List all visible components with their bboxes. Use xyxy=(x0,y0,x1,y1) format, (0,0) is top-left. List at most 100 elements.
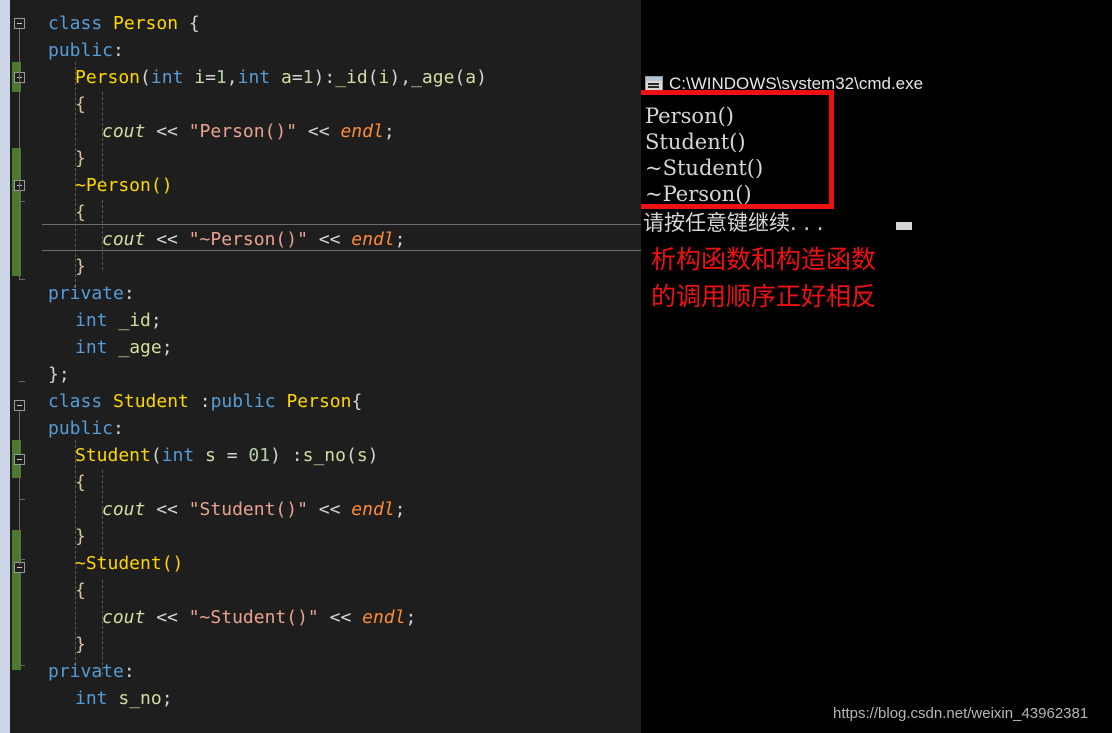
code-line[interactable]: int s_no; xyxy=(75,685,173,712)
code-token: "Person()" xyxy=(188,121,298,142)
code-line[interactable]: }; xyxy=(48,361,70,388)
code-line[interactable]: ~Student() xyxy=(75,550,183,577)
code-token: s xyxy=(194,445,227,466)
code-token: int xyxy=(237,67,271,88)
code-line[interactable]: cout << "~Person()" << endl; xyxy=(102,226,406,253)
code-token: ( xyxy=(150,445,162,466)
code-token: i xyxy=(378,67,390,88)
code-token: ; xyxy=(383,121,395,142)
screenshot-root: class Person {public: Person(int i=1,int … xyxy=(0,0,1112,733)
code-line[interactable]: } xyxy=(75,145,86,172)
code-line[interactable]: ~Person() xyxy=(75,172,173,199)
code-token: s xyxy=(356,445,368,466)
code-line[interactable]: Person(int i=1,int a=1):_id(i),_age(a) xyxy=(75,64,487,91)
code-line[interactable]: { xyxy=(75,577,86,604)
code-token: Student xyxy=(113,391,200,412)
code-line[interactable]: int _id; xyxy=(75,307,162,334)
code-token: endl xyxy=(362,607,406,628)
code-token: cout xyxy=(102,499,146,520)
code-token: << xyxy=(297,121,341,142)
code-token: ; xyxy=(394,499,406,520)
code-token: 1 xyxy=(302,67,314,88)
code-token: = xyxy=(291,67,303,88)
code-token: Person xyxy=(75,67,141,88)
code-token: ) xyxy=(367,445,379,466)
code-line[interactable]: { xyxy=(75,469,86,496)
code-token: int xyxy=(150,67,184,88)
code-token: Person xyxy=(113,13,189,34)
code-line[interactable]: cout << "~Student()" << endl; xyxy=(102,604,416,631)
code-token: public xyxy=(48,40,114,61)
code-token: public xyxy=(48,418,114,439)
cmd-console-pane[interactable]: C:\WINDOWS\system32\cmd.exe Person() Stud… xyxy=(641,0,1112,733)
annotation-line: 析构函数和构造函数 xyxy=(651,245,877,274)
code-token: << xyxy=(307,499,352,520)
code-token: ~Student() xyxy=(75,553,184,574)
code-token: s_no xyxy=(302,445,346,466)
code-token: ; xyxy=(394,229,406,250)
code-token: = xyxy=(226,445,249,466)
code-token: "Student()" xyxy=(188,499,308,520)
code-token: _age xyxy=(411,67,455,88)
code-line[interactable]: public: xyxy=(48,37,124,64)
code-token: { xyxy=(75,580,86,601)
code-token: } xyxy=(75,634,86,655)
code-token: { xyxy=(188,13,200,34)
code-token: } xyxy=(75,526,86,547)
code-token: }; xyxy=(48,364,70,385)
code-token: endl xyxy=(351,229,395,250)
code-token: class xyxy=(48,391,114,412)
code-token: Student xyxy=(75,445,151,466)
code-token: ( xyxy=(345,445,357,466)
code-token: int xyxy=(161,445,195,466)
code-line[interactable]: cout << "Person()" << endl; xyxy=(102,118,395,145)
code-token: endl xyxy=(340,121,384,142)
code-line[interactable]: class Student :public Person{ xyxy=(48,388,362,415)
code-line[interactable]: } xyxy=(75,253,86,280)
code-line[interactable]: public: xyxy=(48,415,124,442)
code-token: ) : xyxy=(270,445,303,466)
code-token: 01 xyxy=(248,445,271,466)
code-token: cout xyxy=(102,229,146,250)
code-line[interactable]: class Person { xyxy=(48,10,200,37)
code-line[interactable]: private: xyxy=(48,280,135,307)
code-line[interactable]: { xyxy=(75,199,86,226)
code-token: ) xyxy=(476,67,487,88)
code-line[interactable]: { xyxy=(75,91,86,118)
code-token: ( xyxy=(140,67,151,88)
code-token: "~Person()" xyxy=(188,229,308,250)
code-token: Person xyxy=(286,391,352,412)
code-line[interactable]: } xyxy=(75,631,86,658)
code-token: << xyxy=(145,121,189,142)
code-token: : xyxy=(123,661,135,682)
code-token: _id xyxy=(335,67,368,88)
code-line[interactable]: cout << "Student()" << endl; xyxy=(102,496,406,523)
code-token: class xyxy=(48,13,114,34)
code-token: i xyxy=(183,67,206,88)
code-token: cout xyxy=(102,607,146,628)
code-token: << xyxy=(145,229,189,250)
code-token: ; xyxy=(161,337,173,358)
code-token: : xyxy=(199,391,211,412)
code-line[interactable]: } xyxy=(75,523,86,550)
watermark-url: https://blog.csdn.net/weixin_43962381 xyxy=(833,705,1089,722)
code-token: } xyxy=(75,148,86,169)
code-editor-pane[interactable]: class Person {public: Person(int i=1,int … xyxy=(0,0,641,733)
code-token: ( xyxy=(454,67,466,88)
code-token: : xyxy=(123,283,135,304)
code-line[interactable]: private: xyxy=(48,658,135,685)
code-token: a xyxy=(465,67,477,88)
code-line[interactable]: Student(int s = 01) :s_no(s) xyxy=(75,442,379,469)
code-token: { xyxy=(75,472,86,493)
code-text-layer[interactable]: class Person {public: Person(int i=1,int … xyxy=(0,0,641,733)
annotation-line: 的调用顺序正好相反 xyxy=(651,282,877,311)
code-token: << xyxy=(307,229,352,250)
code-token: , xyxy=(226,67,238,88)
code-line[interactable]: int _age; xyxy=(75,334,173,361)
code-token: a xyxy=(270,67,292,88)
code-token: { xyxy=(75,202,86,223)
code-token: ), xyxy=(389,67,412,88)
code-token: "~Student()" xyxy=(188,607,319,628)
console-block-cursor xyxy=(896,222,912,230)
annotation-red-box xyxy=(641,90,834,209)
